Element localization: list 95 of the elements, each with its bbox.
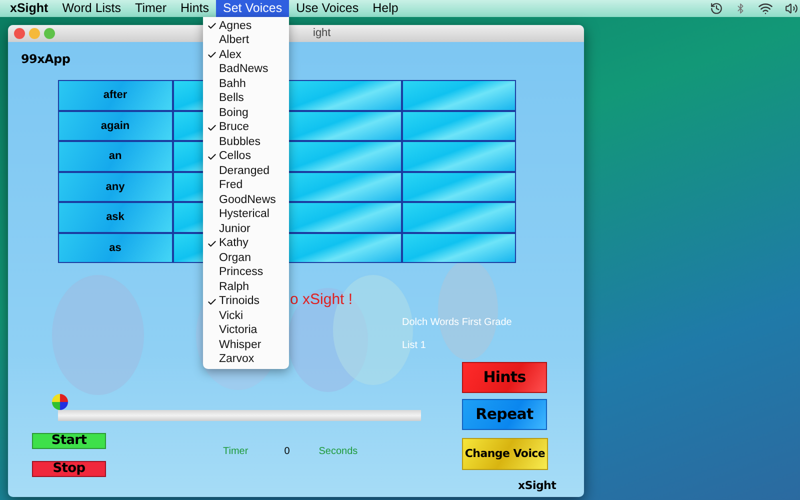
footer-label: xSight <box>518 478 556 494</box>
voice-menu-item[interactable]: Bahh <box>203 77 289 92</box>
voice-label: Princess <box>219 265 264 280</box>
menu-item[interactable]: Word Lists <box>55 0 128 17</box>
voice-menu-item[interactable]: Victoria <box>203 324 289 338</box>
empty-cell[interactable] <box>288 142 400 170</box>
voice-menu-item[interactable]: Albert <box>203 34 289 48</box>
word-cell[interactable]: as <box>59 234 172 262</box>
volume-icon[interactable] <box>785 2 798 15</box>
voice-menu-item[interactable]: Cellos <box>203 150 289 164</box>
voice-label: GoodNews <box>219 192 276 208</box>
hints-button[interactable]: Hints <box>462 362 547 393</box>
voice-menu-item[interactable]: Bells <box>203 92 289 106</box>
voice-label: Bahh <box>219 76 246 92</box>
voice-label: Deranged <box>219 164 270 179</box>
voice-label: Albert <box>219 33 250 48</box>
voice-label: Kathy <box>219 236 248 252</box>
timer-value: 0 <box>284 444 290 458</box>
voice-menu-item[interactable]: Ralph <box>203 280 289 294</box>
brand-label: 99xApp <box>21 51 70 68</box>
close-button[interactable] <box>14 28 25 39</box>
word-cell[interactable]: after <box>59 81 172 110</box>
menu-item[interactable]: xSight <box>3 0 56 17</box>
empty-cell[interactable] <box>402 234 515 262</box>
voice-menu-item[interactable]: Alex <box>203 48 289 62</box>
voice-menu-item[interactable]: Bruce <box>203 120 289 135</box>
window-title: ight <box>313 26 331 42</box>
empty-cell[interactable] <box>288 81 400 110</box>
word-cell[interactable]: ask <box>59 203 172 232</box>
voice-menu-item[interactable]: Princess <box>203 266 289 280</box>
stop-button[interactable]: Stop <box>32 460 106 476</box>
voice-label: Agnes <box>219 18 252 34</box>
voice-label: Alex <box>219 48 242 63</box>
voice-menu-item[interactable]: Fred <box>203 178 289 193</box>
voice-menu-item[interactable]: Whisper <box>203 338 289 352</box>
voice-menu-item[interactable]: Boing <box>203 106 289 120</box>
voice-label: Bells <box>219 91 244 106</box>
voice-menu-item[interactable]: Vicki <box>203 309 289 324</box>
wifi-icon[interactable] <box>758 1 773 16</box>
empty-cell[interactable] <box>402 112 515 140</box>
voice-label: Organ <box>219 250 251 266</box>
voice-menu-item[interactable]: GoodNews <box>203 193 289 208</box>
voice-menu-item[interactable]: Deranged <box>203 164 289 178</box>
voice-label: Whisper <box>219 338 262 353</box>
word-cell[interactable]: again <box>59 112 172 140</box>
timer-unit: Seconds <box>318 444 358 458</box>
word-cell[interactable]: an <box>59 142 172 170</box>
voice-label: Ralph <box>219 280 250 295</box>
voice-label: Cellos <box>219 149 251 164</box>
empty-cell[interactable] <box>402 142 515 170</box>
voice-label: Victoria <box>219 323 258 338</box>
list-number: List 1 <box>402 339 426 353</box>
voice-label: Zarvox <box>219 352 254 368</box>
word-cell[interactable]: any <box>59 172 172 201</box>
voice-label: Junior <box>219 222 250 237</box>
voice-menu-item[interactable]: Hysterical <box>203 208 289 222</box>
zoom-button[interactable] <box>44 28 55 39</box>
voice-menu-item[interactable]: Zarvox <box>203 352 289 367</box>
voice-label: Vicki <box>219 308 244 324</box>
voice-menu-item[interactable]: Junior <box>203 222 289 236</box>
start-button[interactable]: Start <box>32 432 106 448</box>
empty-cell[interactable] <box>402 172 515 201</box>
empty-cell[interactable] <box>402 81 515 110</box>
timer-label: Timer <box>223 444 248 458</box>
voice-label: Bruce <box>219 120 250 136</box>
welcome-text: o xSight ! <box>290 290 353 310</box>
empty-cell[interactable] <box>402 203 515 232</box>
empty-cell[interactable] <box>288 234 400 262</box>
voice-label: Bubbles <box>219 134 261 150</box>
menu-item[interactable]: Set Voices <box>216 0 290 17</box>
menu-item[interactable]: Use Voices <box>289 0 366 17</box>
list-name: Dolch Words First Grade <box>402 316 512 330</box>
voice-menu-item[interactable]: Trinoids <box>203 294 289 309</box>
menu-item[interactable]: Hints <box>174 0 216 17</box>
empty-cell[interactable] <box>288 112 400 140</box>
voice-label: Trinoids <box>219 294 260 310</box>
menu-item[interactable]: Help <box>366 0 406 17</box>
menu-item[interactable]: Timer <box>128 0 174 17</box>
progress-knob[interactable] <box>52 394 68 410</box>
voice-menu-item[interactable]: Kathy <box>203 236 289 251</box>
change-voice-button[interactable]: Change Voice <box>462 438 548 470</box>
voice-menu-item[interactable]: BadNews <box>203 62 289 77</box>
empty-cell[interactable] <box>288 172 400 201</box>
voice-menu-item[interactable]: Agnes <box>203 19 289 34</box>
empty-cell[interactable] <box>288 203 400 232</box>
voice-menu-item[interactable]: Organ <box>203 251 289 266</box>
voice-label: Boing <box>219 106 248 121</box>
voice-menu-item[interactable]: Bubbles <box>203 135 289 150</box>
bluetooth-icon[interactable] <box>735 3 746 14</box>
minimize-button[interactable] <box>29 28 40 39</box>
time-machine-icon[interactable] <box>710 2 723 15</box>
voice-label: Fred <box>219 178 243 194</box>
voice-label: BadNews <box>219 62 268 78</box>
voice-label: Hysterical <box>219 207 270 222</box>
repeat-button[interactable]: Repeat <box>462 399 547 430</box>
